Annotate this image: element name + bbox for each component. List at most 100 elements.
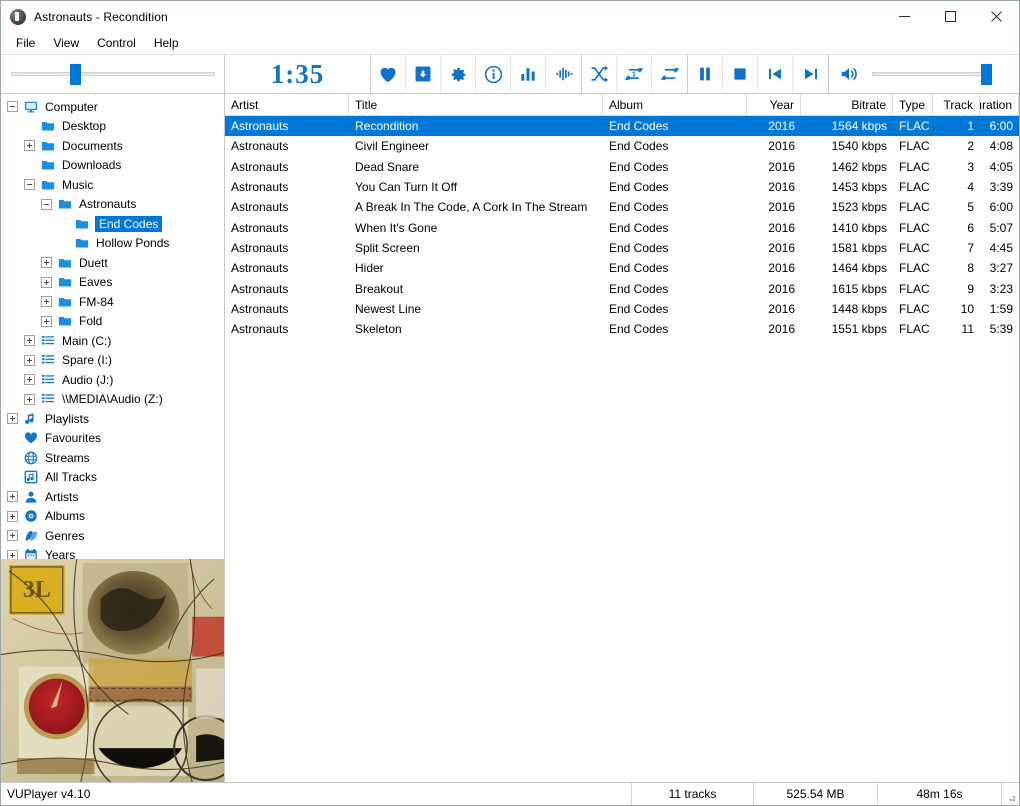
- visualisation-button[interactable]: [546, 55, 581, 93]
- table-row[interactable]: Astronauts Recondition End Codes 2016 1564 k…: [225, 116, 1019, 137]
- tree-item-duett[interactable]: Duett: [1, 253, 224, 273]
- repeat-all-button[interactable]: [652, 55, 687, 93]
- settings-button[interactable]: [441, 55, 476, 93]
- tree-item-downloads[interactable]: Downloads: [1, 156, 224, 176]
- tree-item-albums[interactable]: Albums: [1, 507, 224, 527]
- tree-item-astronauts[interactable]: Astronauts: [1, 195, 224, 215]
- tree-item-desktop[interactable]: Desktop: [1, 117, 224, 137]
- cell-title: Skeleton: [355, 322, 402, 337]
- eq-button[interactable]: [511, 55, 546, 93]
- expand-icon[interactable]: [7, 491, 18, 503]
- expand-icon[interactable]: [7, 530, 18, 542]
- tree-item-genres[interactable]: Genres: [1, 526, 224, 546]
- table-row[interactable]: Astronauts You Can Turn It Off End Codes 20…: [225, 177, 1019, 197]
- tree-item-years[interactable]: Years: [1, 546, 224, 559]
- table-row[interactable]: Astronauts Newest Line End Codes 2016 1448 k…: [225, 299, 1019, 319]
- expand-icon[interactable]: [24, 140, 35, 152]
- volume-group: [829, 55, 1019, 93]
- cell-title: When It's Gone: [355, 220, 438, 235]
- expand-icon[interactable]: [7, 413, 18, 425]
- collapse-icon[interactable]: [7, 101, 18, 113]
- table-row[interactable]: Astronauts Civil Engineer End Codes 2016 154…: [225, 136, 1019, 156]
- column-header-year[interactable]: Year: [747, 94, 801, 115]
- album-art[interactable]: 3L: [1, 559, 224, 782]
- track-list-body[interactable]: Astronauts Recondition End Codes 2016 1564 k…: [225, 116, 1019, 782]
- column-header-title[interactable]: Title: [349, 94, 603, 115]
- menu-help[interactable]: Help: [145, 33, 188, 53]
- volume-thumb[interactable]: [981, 64, 992, 85]
- table-row[interactable]: Astronauts Dead Snare End Codes 2016 1462 kb…: [225, 157, 1019, 177]
- previous-button[interactable]: [758, 55, 793, 93]
- menu-file[interactable]: File: [7, 33, 44, 53]
- seek-slider[interactable]: [10, 64, 215, 85]
- menu-view[interactable]: View: [44, 33, 88, 53]
- close-button[interactable]: [973, 1, 1019, 32]
- expand-icon[interactable]: [41, 257, 52, 269]
- table-row[interactable]: Astronauts When It's Gone End Codes 2016 141…: [225, 217, 1019, 237]
- tree-item-media-audio-z[interactable]: \\MEDIA\Audio (Z:): [1, 390, 224, 410]
- add-to-playlist-button[interactable]: [406, 55, 441, 93]
- info-button[interactable]: [476, 55, 511, 93]
- shuffle-button[interactable]: [582, 55, 617, 93]
- collapse-icon[interactable]: [24, 179, 35, 191]
- expand-icon[interactable]: [24, 335, 35, 347]
- menu-control[interactable]: Control: [88, 33, 145, 53]
- cell-year: 2016: [768, 281, 795, 296]
- tree-item-playlists[interactable]: Playlists: [1, 409, 224, 429]
- tree-item-label: Astronauts: [79, 197, 137, 212]
- column-header-track[interactable]: Track: [933, 94, 980, 115]
- column-header-bitrate[interactable]: Bitrate: [801, 94, 893, 115]
- tree-item-label: Genres: [45, 528, 85, 543]
- column-header-type[interactable]: Type: [893, 94, 933, 115]
- tree-item-music[interactable]: Music: [1, 175, 224, 195]
- table-row[interactable]: Astronauts Hider End Codes 2016 1464 kbps FLA…: [225, 258, 1019, 278]
- expand-icon[interactable]: [41, 276, 52, 288]
- tree-item-fm-84[interactable]: FM-84: [1, 292, 224, 312]
- table-row[interactable]: Astronauts A Break In The Code, A Cork In…: [225, 197, 1019, 217]
- volume-slider[interactable]: [872, 64, 992, 85]
- favourites-button[interactable]: [371, 55, 406, 93]
- tree-item-end-codes[interactable]: End Codes: [1, 214, 224, 234]
- table-row[interactable]: Astronauts Split Screen End Codes 2016 1581 …: [225, 238, 1019, 258]
- expand-icon[interactable]: [24, 354, 35, 366]
- resize-grip[interactable]: [1001, 783, 1019, 805]
- tree-item-all-tracks[interactable]: All Tracks: [1, 468, 224, 488]
- pause-button[interactable]: [688, 55, 723, 93]
- expand-icon[interactable]: [7, 549, 18, 559]
- elapsed-time[interactable]: 1:35: [225, 59, 370, 90]
- stop-button[interactable]: [723, 55, 758, 93]
- speaker-volume-icon[interactable]: [831, 55, 866, 93]
- seek-thumb[interactable]: [69, 64, 81, 85]
- tree-item-audio-j[interactable]: Audio (J:): [1, 370, 224, 390]
- title-bar: Astronauts - Recondition: [1, 1, 1019, 32]
- next-button[interactable]: [793, 55, 828, 93]
- collapse-icon[interactable]: [41, 198, 52, 210]
- table-row[interactable]: Astronauts Breakout End Codes 2016 1615 kbps…: [225, 278, 1019, 298]
- tree-item-documents[interactable]: Documents: [1, 136, 224, 156]
- maximize-button[interactable]: [927, 1, 973, 32]
- tree-item-eaves[interactable]: Eaves: [1, 273, 224, 293]
- tree-item-computer[interactable]: Computer: [1, 97, 224, 117]
- status-bar: VUPlayer v4.10 11 tracks 525.54 MB 48m 1…: [1, 782, 1019, 805]
- cell-bitrate: 1464 kbps: [831, 261, 887, 276]
- expand-icon[interactable]: [24, 393, 35, 405]
- tree-item-fold[interactable]: Fold: [1, 312, 224, 332]
- expand-icon[interactable]: [41, 296, 52, 308]
- tree-item-hollow-ponds[interactable]: Hollow Ponds: [1, 234, 224, 254]
- library-tree[interactable]: Computer Desktop Documents Downloads Music As…: [1, 94, 224, 559]
- expand-icon[interactable]: [7, 510, 18, 522]
- tree-item-spare-i[interactable]: Spare (I:): [1, 351, 224, 371]
- cell-title: Dead Snare: [355, 159, 420, 174]
- tree-item-streams[interactable]: Streams: [1, 448, 224, 468]
- expand-icon[interactable]: [41, 315, 52, 327]
- minimize-button[interactable]: [881, 1, 927, 32]
- column-header-album[interactable]: Album: [603, 94, 747, 115]
- table-row[interactable]: Astronauts Skeleton End Codes 2016 1551 kbps…: [225, 319, 1019, 339]
- tree-item-main-c[interactable]: Main (C:): [1, 331, 224, 351]
- expand-icon[interactable]: [24, 374, 35, 386]
- tree-item-favourites[interactable]: Favourites: [1, 429, 224, 449]
- tree-item-artists[interactable]: Artists: [1, 487, 224, 507]
- repeat-one-button[interactable]: 1: [617, 55, 652, 93]
- column-header-duration[interactable]: Duration: [980, 94, 1019, 115]
- column-header-artist[interactable]: Artist: [225, 94, 349, 115]
